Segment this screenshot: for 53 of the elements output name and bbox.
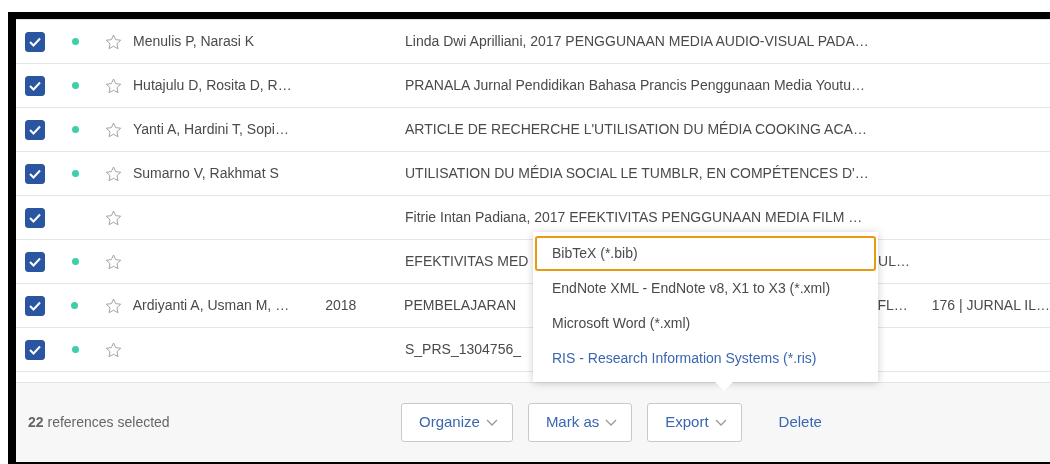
title-text: UTILISATION DU MÉDIA SOCIAL LE TUMBLR, EN COMPÉTENCES D'… [405, 164, 869, 183]
title-text: PRANALA Jurnal Pendidikan Bahasa Prancis Penggunaan Media Youtu… [405, 76, 865, 95]
dropdown-button[interactable]: Organize [401, 403, 513, 442]
dropdown-button[interactable]: Mark as [527, 403, 633, 442]
author-text: Ardiyanti A, Usman M, … [132, 297, 290, 313]
checkbox[interactable] [25, 75, 45, 96]
check-icon [29, 256, 41, 267]
star-icon[interactable] [104, 298, 122, 315]
author-text: Menulis P, Narasi K [133, 33, 255, 49]
check-icon [29, 212, 41, 223]
checkbox[interactable] [25, 295, 45, 316]
chevron-down-icon [485, 418, 498, 427]
title-text: UL… [878, 252, 910, 271]
star-icon[interactable] [105, 122, 122, 139]
check-icon [29, 36, 41, 47]
checkbox[interactable] [25, 339, 45, 360]
check-icon [29, 124, 41, 135]
journal-text: 176 | JURNAL IL… [931, 296, 1050, 315]
title-text: PEMBELAJARAN [404, 296, 517, 315]
chevron-down-icon [605, 418, 618, 427]
title-text: Linda Dwi Aprilliani, 2017 PENGGUNAAN MEDIA AUDIO-VISUAL PADA… [405, 32, 869, 51]
star-icon[interactable] [105, 34, 122, 51]
menu-item[interactable]: EndNote XML - EndNote v8, X1 to X3 (*.xml) [535, 271, 876, 306]
checkbox[interactable] [25, 119, 45, 140]
delete-link[interactable]: Delete [772, 410, 828, 435]
check-icon [29, 168, 41, 179]
chevron-down-icon [714, 418, 727, 427]
star-icon[interactable] [105, 254, 122, 271]
author-text: Sumarno V, Rakhmat S [133, 165, 279, 181]
star-icon[interactable] [105, 210, 122, 227]
checkbox[interactable] [25, 251, 45, 272]
checkbox[interactable] [25, 163, 45, 184]
title-text: Fitrie Intan Padiana, 2017 EFEKTIVITAS PENGGUNAAN MEDIA FILM … [405, 208, 863, 227]
author-text: Hutajulu D, Rosita D, R… [133, 77, 292, 93]
check-icon [29, 344, 41, 355]
dropdown-button[interactable]: Export [647, 403, 742, 442]
title-text: FL… [877, 296, 908, 315]
menu-item[interactable]: BibTeX (*.bib) [535, 236, 876, 271]
year-text: 2018 [325, 297, 357, 313]
check-icon [29, 80, 41, 91]
menu-item[interactable]: Microsoft Word (*.xml) [535, 306, 876, 341]
checkbox[interactable] [25, 207, 45, 228]
title-text: ARTICLE DE RECHERCHE L'UTILISATION DU MÉDIA COOKING ACA… [405, 120, 867, 139]
menu-item[interactable]: RIS - Research Information Systems (*.ris) [535, 341, 876, 376]
author-text: Yanti A, Hardini T, Sopi… [133, 121, 289, 137]
checkbox[interactable] [25, 31, 45, 52]
title-text: EFEKTIVITAS MED [405, 252, 529, 271]
star-icon[interactable] [105, 342, 122, 359]
star-icon[interactable] [105, 166, 122, 183]
check-icon [28, 300, 41, 311]
star-icon[interactable] [105, 78, 122, 95]
selection-count: 22 references selected [27, 413, 171, 432]
title-text: S_PRS_1304756_ [405, 340, 521, 359]
